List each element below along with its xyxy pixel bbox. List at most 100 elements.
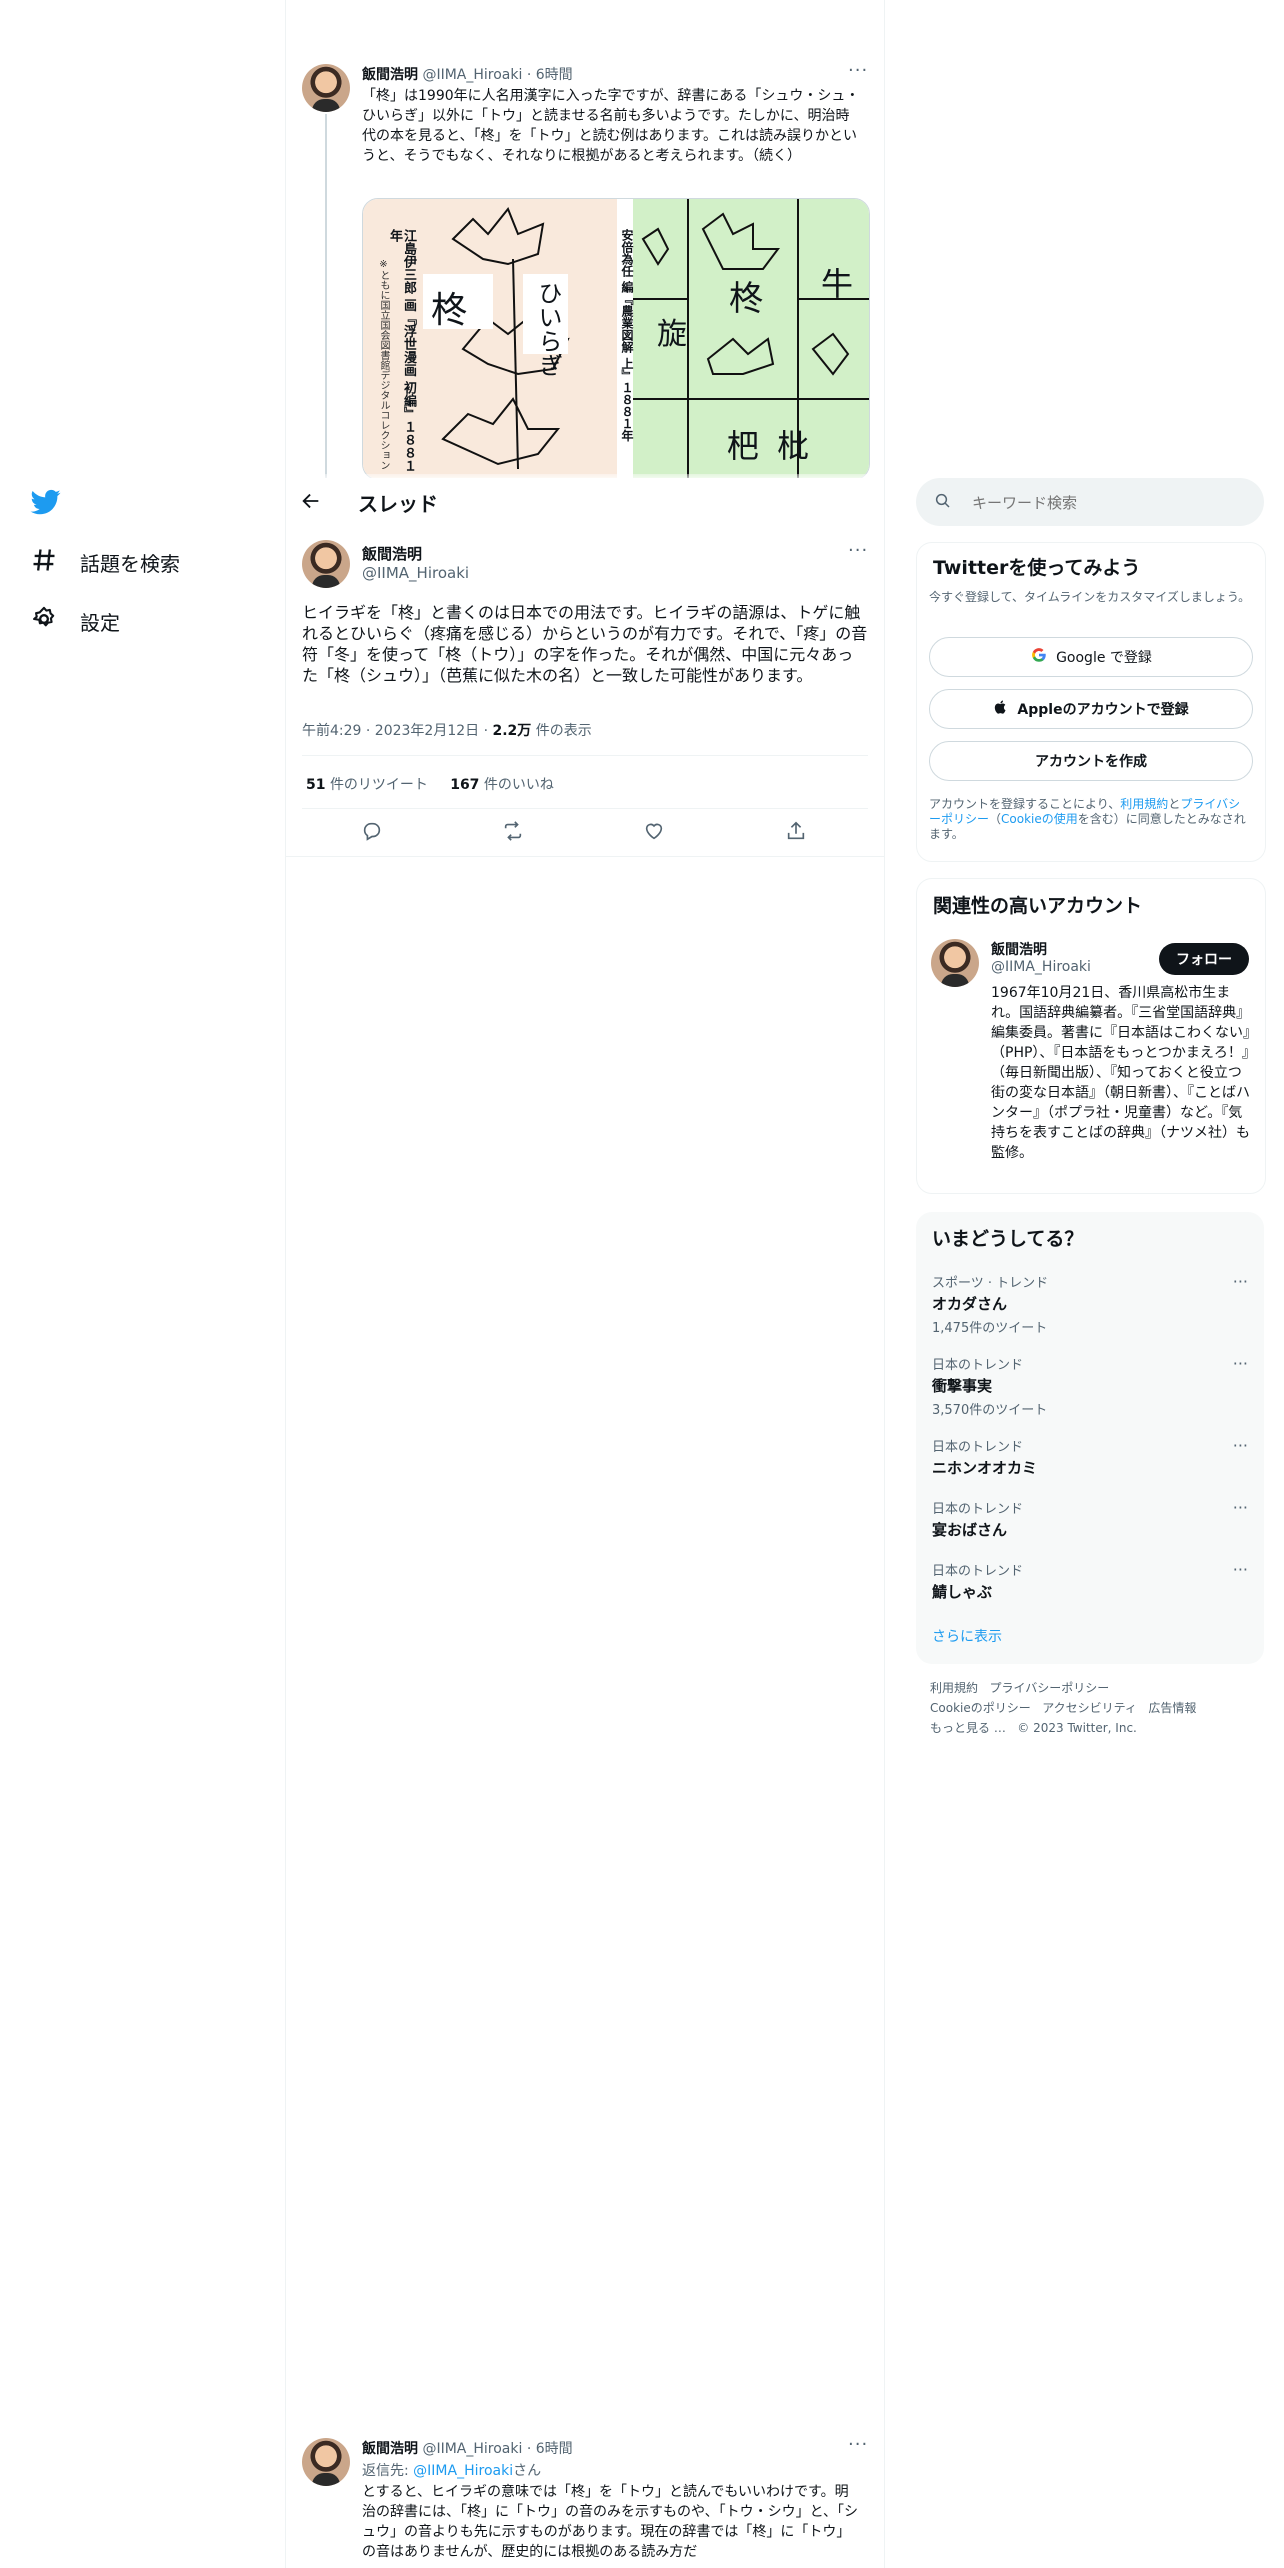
trends-title: いまどうしてる？ [932,1228,1084,1250]
avatar[interactable] [302,64,350,112]
more-icon[interactable]: ··· [848,540,868,561]
relevant-accounts-card: 関連性の高いアカウント 飯間浩明 @IIMA_Hiroaki フォロー 1967… [916,878,1266,1194]
footer-privacy[interactable]: プライバシーポリシー [989,1681,1109,1695]
author-handle[interactable]: @IIMA_Hiroaki [422,67,522,83]
google-signup-button[interactable]: Google で登録 [929,637,1253,677]
avatar[interactable] [302,540,350,588]
nav-settings-label: 設定 [80,611,120,635]
apple-signup-button[interactable]: Appleのアカウントで登録 [929,689,1253,729]
replying-to-link[interactable]: @IIMA_Hiroaki [413,2463,513,2479]
footer-ads[interactable]: 広告情報 [1148,1701,1196,1715]
divider [302,755,868,756]
follow-button[interactable]: フォロー [1159,943,1249,975]
footer-copyright: © 2023 Twitter, Inc. [1017,1721,1137,1735]
trend-item[interactable]: 日本のトレンド 衝撃事実 3,570件のツイート ··· [932,1354,1248,1418]
likes-stat[interactable]: 167 件のいいね [450,777,554,793]
retweets-stat[interactable]: 51 件のリツイート [306,777,428,793]
author-name[interactable]: 飯間浩明 [362,543,422,564]
author-handle[interactable]: @IIMA_Hiroaki [362,564,469,582]
views-count: 2.2万 [492,723,532,739]
author-name[interactable]: 飯間浩明 [362,2441,418,2457]
footer-more[interactable]: もっと見る … [930,1721,1006,1735]
account-handle[interactable]: @IIMA_Hiroaki [991,959,1091,975]
replying-to-prefix: 返信先: [362,2463,414,2479]
tweet-timestamp[interactable]: 午前4:29 · 2023年2月12日 · [302,723,488,739]
parent-tweet-text: 「柊」は1990年に人名用漢字に入った字ですが、辞書にある「シュウ・シュ・ひいら… [362,88,860,164]
trend-name: 鯖しゃぶ [932,1583,993,1601]
create-account-button[interactable]: アカウントを作成 [929,741,1253,781]
footer-cookie[interactable]: Cookieのポリシー [930,1701,1031,1715]
gear-icon [30,605,58,638]
retweet-icon[interactable] [502,820,526,844]
more-icon[interactable]: ··· [1233,1354,1248,1373]
nav-settings[interactable]: 設定 [30,605,120,638]
image-right-caption: 安倍為任 編『農業図解 上』１８８１年 [620,229,634,442]
hashtag-icon [30,546,58,579]
account-name[interactable]: 飯間浩明 [991,939,1047,959]
signup-legal: アカウントを登録することにより、利用規約とプライバシーポリシー（Cookieの使… [929,797,1251,842]
more-icon[interactable]: ··· [1233,1436,1248,1455]
more-icon[interactable]: ··· [848,2434,868,2455]
back-arrow-icon[interactable] [300,490,324,514]
footer-links: 利用規約 プライバシーポリシー Cookieのポリシー アクセシビリティ 広告情… [930,1678,1260,1738]
tweet-stats: 51 件のリツイート 167 件のいいね [306,774,554,794]
trend-item[interactable]: スポーツ · トレンド オカダさん 1,475件のツイート ··· [932,1272,1248,1336]
more-icon[interactable]: ··· [848,60,868,81]
legal-text: アカウントを登録することにより、 [929,797,1121,811]
cookie-link[interactable]: Cookieの使用 [1001,812,1078,826]
author-handle[interactable]: @IIMA_Hiroaki [422,2441,522,2457]
trend-item[interactable]: 日本のトレンド ニホンオオカミ ··· [932,1436,1248,1478]
image-right-kanji-3: 牛 [821,265,854,303]
trend-name: 宴おばさん [932,1521,1008,1539]
legal-and: と [1168,797,1181,811]
holly-illustration [423,207,570,470]
share-icon[interactable] [785,820,809,844]
reply-tweet-text: とすると、ヒイラギの意味では「柊」を「トウ」と読んでもいいわけです。明治の辞書に… [362,2484,859,2560]
tweet-time[interactable]: · 6時間 [527,67,573,83]
likes-label: 件のいいね [483,777,554,793]
search-input[interactable] [970,490,1244,516]
google-signup-label: Google で登録 [1056,650,1152,666]
show-more-link[interactable]: さらに表示 [932,1626,1002,1646]
image-right-kanji-1: 旋 [657,317,687,352]
parent-tweet-header: 飯間浩明 @IIMA_Hiroaki · 6時間 [362,64,573,84]
avatar[interactable] [931,939,979,987]
search-box[interactable] [916,478,1264,526]
more-icon[interactable]: ··· [1233,1272,1248,1291]
trend-item[interactable]: 日本のトレンド 宴おばさん ··· [932,1498,1248,1540]
trends-card: いまどうしてる？ スポーツ · トレンド オカダさん 1,475件のツイート ·… [916,1212,1264,1664]
column-divider-right [884,0,885,2568]
avatar[interactable] [302,2438,350,2486]
trend-category: 日本のトレンド [932,1502,1024,1517]
legal-paren: （ [989,812,1002,826]
footer-accessibility[interactable]: アクセシビリティ [1042,1701,1137,1715]
twitter-bird-icon[interactable] [30,487,64,519]
apple-signup-label: Appleのアカウントで登録 [1017,702,1189,718]
column-divider-left [285,0,286,2568]
relevant-title: 関連性の高いアカウント [933,895,1143,917]
tweet-time[interactable]: · 6時間 [527,2441,573,2457]
image-right-kanji-5: 枇 [777,427,810,465]
like-icon[interactable] [643,820,667,844]
terms-link[interactable]: 利用規約 [1120,797,1168,811]
signup-title: Twitterを使ってみよう [933,557,1141,579]
image-left-caption: 江島伊三郎 画『浮世漫画 初編』１８８１年 [387,229,416,473]
tweet-image[interactable]: ※ともに国立国会図書館デジタルコレクション 江島伊三郎 画『浮世漫画 初編』１８… [362,198,870,480]
trend-item[interactable]: 日本のトレンド 鯖しゃぶ ··· [932,1560,1248,1602]
signup-card: Twitterを使ってみよう 今すぐ登録して、タイムラインをカスタマイズしましょ… [916,542,1266,862]
more-icon[interactable]: ··· [1233,1498,1248,1517]
image-note: ※ともに国立国会図書館デジタルコレクション [378,259,389,470]
replying-to: 返信先: @IIMA_Hiroakiさん [362,2460,541,2480]
trend-count: 1,475件のツイート [932,1321,1048,1336]
signup-subtitle: 今すぐ登録して、タイムラインをカスタマイズしましょう。 [929,590,1251,604]
image-right-kanji-2: 柊 [729,279,763,319]
reply-icon[interactable] [361,820,385,844]
author-name[interactable]: 飯間浩明 [362,67,418,83]
more-icon[interactable]: ··· [1233,1560,1248,1579]
main-tweet-text: ヒイラギを「柊」と書くのは日本での用法です。ヒイラギの語源は、トゲに触れるとひい… [302,603,868,685]
footer-terms[interactable]: 利用規約 [930,1681,978,1695]
divider [286,856,884,857]
nav-explore[interactable]: 話題を検索 [30,546,180,579]
create-account-label: アカウントを作成 [1035,754,1147,770]
likes-count: 167 [450,777,480,793]
